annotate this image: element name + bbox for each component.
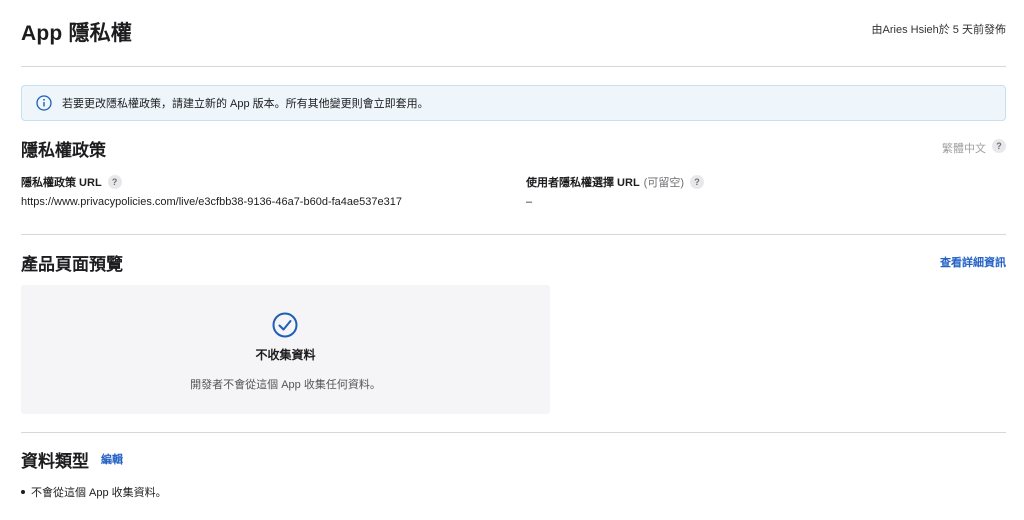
choices-url-label: 使用者隱私權選擇 URL (可留空) ? bbox=[526, 174, 704, 190]
edit-data-types-link[interactable]: 編輯 bbox=[101, 451, 123, 467]
preview-card-title: 不收集資料 bbox=[255, 348, 316, 362]
choices-url-help-icon[interactable]: ? bbox=[690, 175, 704, 189]
list-item: 不會從這個 App 收集資料。 bbox=[21, 484, 167, 500]
publish-info: 由Aries Hsieh於 5 天前發佈 bbox=[871, 24, 1006, 36]
choices-url-value: – bbox=[526, 196, 533, 208]
privacy-url-value: https://www.privacypolicies.com/live/e3c… bbox=[21, 196, 402, 208]
choices-url-optional: (可留空) bbox=[643, 177, 684, 189]
page-title: App 隱私權 bbox=[21, 22, 133, 45]
header-divider bbox=[21, 66, 1006, 67]
section-divider-1 bbox=[21, 234, 1006, 235]
preview-card: 不收集資料 開發者不會從這個 App 收集任何資料。 bbox=[21, 285, 550, 414]
list-item-text: 不會從這個 App 收集資料。 bbox=[31, 487, 167, 499]
view-details-link[interactable]: 查看詳細資訊 bbox=[940, 254, 1006, 270]
data-types-title: 資料類型 bbox=[21, 452, 89, 471]
language-help-icon[interactable]: ? bbox=[992, 139, 1006, 153]
choices-url-label-text: 使用者隱私權選擇 URL bbox=[526, 177, 640, 189]
checkmark-circle-icon bbox=[272, 312, 298, 338]
privacy-url-help-icon[interactable]: ? bbox=[107, 175, 122, 189]
bullet-icon bbox=[21, 490, 25, 494]
info-icon bbox=[36, 95, 52, 111]
info-banner-text: 若要更改隱私權政策，請建立新的 App 版本。所有其他變更則會立即套用。 bbox=[62, 98, 429, 110]
privacy-policy-title: 隱私權政策 bbox=[21, 141, 106, 160]
preview-card-description: 開發者不會從這個 App 收集任何資料。 bbox=[190, 379, 381, 391]
data-types-list: 不會從這個 App 收集資料。 bbox=[21, 484, 167, 500]
section-divider-2 bbox=[21, 432, 1006, 433]
language-label[interactable]: 繁體中文 bbox=[942, 140, 986, 156]
privacy-url-label-text: 隱私權政策 URL bbox=[21, 177, 102, 189]
privacy-url-label: 隱私權政策 URL ? bbox=[21, 174, 122, 190]
info-banner: 若要更改隱私權政策，請建立新的 App 版本。所有其他變更則會立即套用。 bbox=[21, 85, 1006, 121]
preview-title: 產品頁面預覽 bbox=[21, 255, 123, 274]
